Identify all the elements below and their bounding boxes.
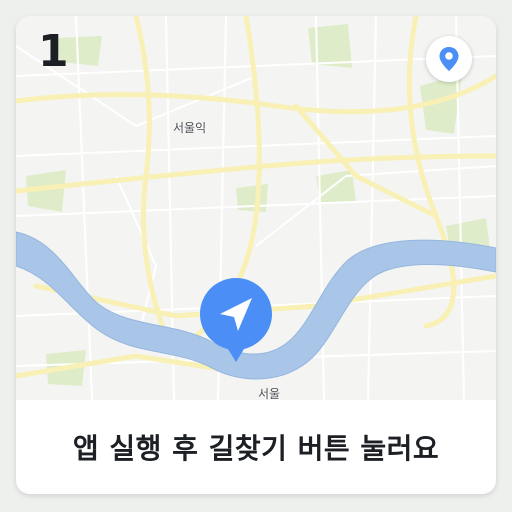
step-number: 1 (38, 26, 69, 77)
navigate-button[interactable] (198, 276, 274, 368)
location-button[interactable] (426, 36, 472, 82)
instruction-bar: 앱 실행 후 길찾기 버튼 눌러요 (16, 400, 496, 494)
instruction-text: 앱 실행 후 길찾기 버튼 눌러요 (72, 432, 440, 465)
tutorial-card: 1 서울익 서울 앱 실행 후 길찾기 버튼 눌러요 (16, 16, 496, 494)
location-pin-icon (439, 47, 459, 71)
map-label-north: 서울익 (173, 121, 207, 135)
navigation-arrow-icon (200, 278, 272, 362)
